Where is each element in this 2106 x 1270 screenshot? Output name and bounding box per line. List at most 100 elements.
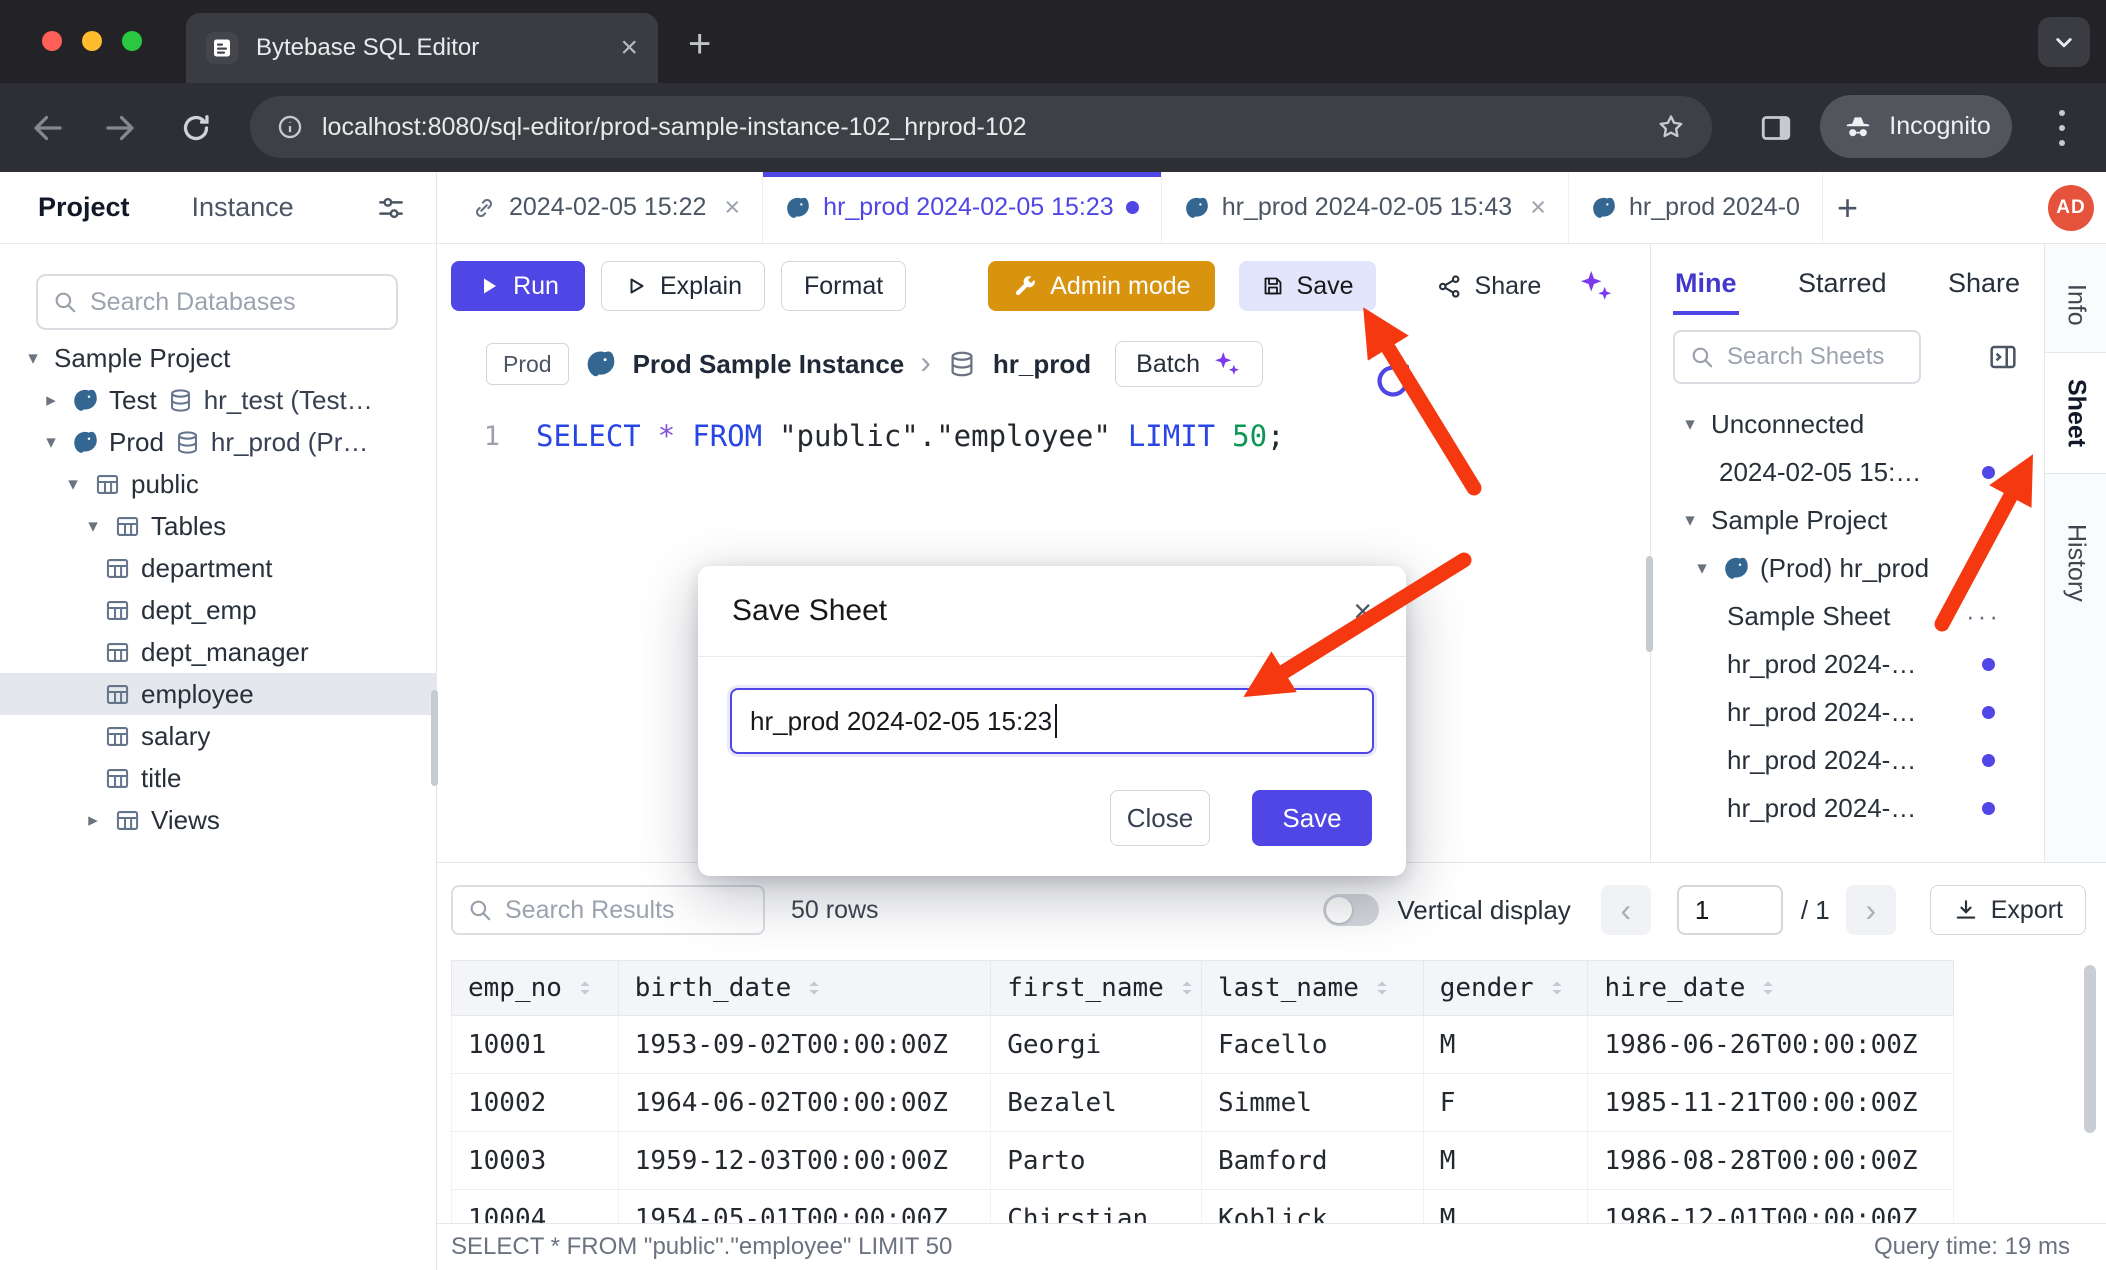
sheet-search[interactable] [1673, 330, 1921, 384]
minimize-window-button[interactable] [82, 31, 102, 51]
page-number-input[interactable] [1677, 885, 1783, 935]
share-button[interactable]: Share [1426, 261, 1552, 311]
tab-share[interactable]: Share [1948, 268, 2020, 299]
run-button[interactable]: Run [451, 261, 585, 311]
tree-item-schema-public[interactable]: ▾ public [0, 463, 437, 505]
admin-mode-button[interactable]: Admin mode [988, 261, 1214, 311]
column-header[interactable]: hire_date [1588, 961, 1953, 1015]
column-header[interactable]: birth_date [619, 961, 991, 1015]
column-header[interactable]: gender [1424, 961, 1589, 1015]
sql-editor[interactable]: 1 SELECT * FROM "public"."employee" LIMI… [470, 414, 1285, 458]
tree-item-table-salary[interactable]: salary [0, 715, 437, 757]
vertical-display-toggle[interactable] [1323, 894, 1379, 926]
ai-sparkles-icon[interactable] [1577, 267, 1615, 305]
tree-item-test-db[interactable]: ▸ Test hr_test (Test… [0, 379, 437, 421]
results-search[interactable] [451, 885, 765, 935]
tree-item-tables[interactable]: ▾ Tables [0, 505, 437, 547]
tab-sheet[interactable]: Sheet [2045, 352, 2106, 474]
forward-icon[interactable] [102, 110, 138, 146]
tab-mine[interactable]: Mine [1675, 268, 1737, 299]
prev-page-button[interactable]: ‹ [1601, 885, 1651, 935]
tab-search-chevron-button[interactable] [2038, 17, 2090, 67]
sheet-item[interactable]: hr_prod 2024-… [1651, 784, 2045, 832]
editor-tab-4[interactable]: hr_prod 2024-0 [1569, 172, 1823, 243]
database-search[interactable] [36, 274, 398, 330]
save-button[interactable]: Save [1239, 261, 1376, 311]
database-search-input[interactable] [90, 288, 382, 317]
close-icon[interactable]: × [1530, 192, 1546, 223]
editor-tab-2-active[interactable]: hr_prod 2024-02-05 15:23 [763, 172, 1162, 243]
side-panel-icon[interactable] [1756, 110, 1796, 146]
site-info-icon[interactable] [276, 113, 304, 141]
browser-menu-icon[interactable] [2058, 104, 2066, 152]
editor-tab-3[interactable]: hr_prod 2024-02-05 15:43 × [1162, 172, 1569, 243]
address-bar[interactable]: localhost:8080/sql-editor/prod-sample-in… [250, 96, 1712, 158]
chevron-down-icon[interactable]: ▾ [1679, 509, 1701, 532]
avatar[interactable]: AD [2048, 185, 2094, 231]
sheet-name-input[interactable]: hr_prod 2024-02-05 15:23 [730, 688, 1374, 754]
chevron-down-icon[interactable]: ▾ [82, 515, 104, 538]
sheet-search-input[interactable] [1727, 343, 1905, 371]
tree-item-table-title[interactable]: title [0, 757, 437, 799]
sheet-item[interactable]: hr_prod 2024-… [1651, 736, 2045, 784]
tab-history[interactable]: History [2045, 498, 2106, 628]
export-button[interactable]: Export [1930, 885, 2086, 935]
results-search-input[interactable] [505, 896, 749, 925]
chevron-down-icon[interactable]: ▾ [62, 473, 84, 496]
sidebar-resize-handle[interactable] [431, 690, 438, 786]
column-header[interactable]: emp_no [452, 961, 619, 1015]
sheet-item-unconnected[interactable]: 2024-02-05 15:… [1651, 448, 2045, 496]
tree-item-table-department[interactable]: department [0, 547, 437, 589]
sheet-item[interactable]: hr_prod 2024-… [1651, 640, 2045, 688]
browser-tab[interactable]: Bytebase SQL Editor × [186, 13, 658, 83]
batch-button[interactable]: Batch [1115, 341, 1263, 387]
close-icon[interactable]: × [724, 192, 740, 223]
maximize-window-button[interactable] [122, 31, 142, 51]
filter-settings-icon[interactable] [376, 193, 406, 223]
column-header[interactable]: first_name [991, 961, 1202, 1015]
close-tab-icon[interactable]: × [620, 33, 638, 63]
tab-starred[interactable]: Starred [1798, 268, 1887, 299]
column-header[interactable]: last_name [1202, 961, 1424, 1015]
tree-item-views[interactable]: ▸ Views [0, 799, 437, 841]
tree-item-table-employee[interactable]: employee [0, 673, 437, 715]
collapse-panel-icon[interactable] [1987, 341, 2019, 373]
chevron-down-icon[interactable]: ▾ [40, 431, 62, 454]
tree-item-table-dept-manager[interactable]: dept_manager [0, 631, 437, 673]
sheet-group-project[interactable]: ▾ Sample Project [1651, 496, 2045, 544]
close-icon[interactable]: × [1353, 595, 1372, 627]
editor-tab-1[interactable]: 2024-02-05 15:22 × [449, 172, 763, 243]
new-tab-button[interactable]: + [688, 22, 711, 67]
database-name[interactable]: hr_prod [993, 349, 1091, 380]
tree-item-prod-db[interactable]: ▾ Prod hr_prod (Pr… [0, 421, 437, 463]
chevron-down-icon[interactable]: ▾ [1691, 557, 1713, 580]
sheet-group-unconnected[interactable]: ▾ Unconnected [1651, 400, 2045, 448]
format-button[interactable]: Format [781, 261, 906, 311]
close-window-button[interactable] [42, 31, 62, 51]
next-page-button[interactable]: › [1846, 885, 1896, 935]
bookmark-star-icon[interactable] [1656, 112, 1686, 142]
new-sheet-button[interactable]: + [1837, 187, 1858, 229]
chevron-down-icon[interactable]: ▾ [22, 347, 44, 370]
sheet-panel-resize-handle[interactable] [1646, 556, 1653, 652]
refresh-schema-icon[interactable] [1370, 358, 1416, 404]
modal-close-button[interactable]: Close [1110, 790, 1210, 846]
instance-name[interactable]: Prod Sample Instance [633, 349, 905, 380]
sheet-item[interactable]: hr_prod 2024-… [1651, 688, 2045, 736]
tab-info[interactable]: Info [2045, 252, 2106, 358]
chevron-down-icon[interactable]: ▾ [1679, 413, 1701, 436]
more-icon[interactable]: ··· [1966, 601, 2001, 632]
sheet-connection[interactable]: ▾ (Prod) hr_prod [1651, 544, 2045, 592]
chevron-right-icon[interactable]: ▸ [40, 389, 62, 412]
tab-project[interactable]: Project [38, 192, 130, 223]
sheet-item[interactable]: Sample Sheet ··· [1651, 592, 2045, 640]
modal-save-button[interactable]: Save [1252, 790, 1372, 846]
tab-instance[interactable]: Instance [192, 192, 294, 223]
explain-button[interactable]: Explain [601, 261, 765, 311]
back-icon[interactable] [30, 110, 66, 146]
reload-icon[interactable] [178, 110, 214, 146]
tree-item-table-dept-emp[interactable]: dept_emp [0, 589, 437, 631]
tree-item-project[interactable]: ▾ Sample Project [0, 337, 437, 379]
results-scrollbar[interactable] [2084, 965, 2096, 1133]
chevron-right-icon[interactable]: ▸ [82, 809, 104, 832]
